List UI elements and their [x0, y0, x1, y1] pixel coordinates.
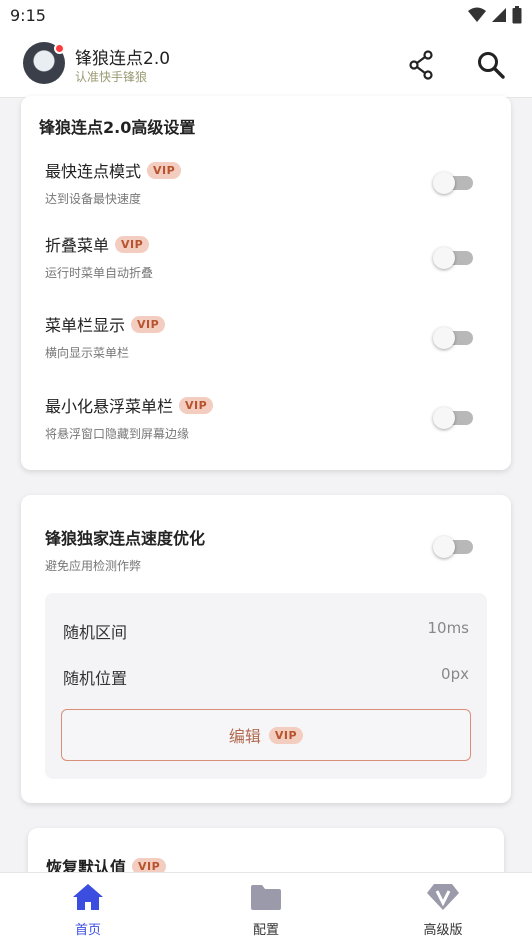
share-icon: [409, 50, 433, 80]
nav-pro-label: 高级版: [423, 923, 463, 938]
speed-desc: 避免应用检测作弊: [45, 559, 142, 573]
edit-label: 编辑: [228, 727, 261, 746]
setting-label: 折叠菜单: [45, 236, 110, 255]
setting-desc: 运行时菜单自动折叠: [45, 266, 154, 280]
advanced-settings-card: 锋狼连点2.0高级设置 最快连点模式 VIP 达到设备最快速度 折叠菜单 VIP 运…: [21, 96, 511, 470]
folder-icon: [251, 885, 281, 910]
status-time: 9:15: [10, 6, 46, 25]
setting-row-menu-bar: 菜单栏显示 VIP 横向显示菜单栏: [45, 312, 491, 361]
random-position-label: 随机位置: [63, 669, 128, 688]
wifi-icon: [468, 7, 486, 22]
search-icon: [478, 52, 505, 79]
toggle-menu-bar[interactable]: [433, 327, 473, 349]
status-icons: [468, 6, 522, 24]
app-bar: 锋狼连点2.0 认准快手锋狼: [0, 32, 532, 98]
nav-pro[interactable]: 高级版: [403, 883, 483, 938]
bottom-navigation: 首页 配置 高级版: [0, 872, 532, 946]
home-icon: [73, 884, 103, 910]
setting-label: 菜单栏显示: [45, 316, 126, 335]
status-bar: 9:15: [0, 0, 532, 32]
random-range-row: 随机区间 10ms: [63, 619, 469, 643]
signal-icon: [492, 8, 506, 22]
speed-title: 锋狼独家连点速度优化: [45, 529, 206, 548]
random-position-row: 随机位置 0px: [63, 665, 469, 689]
setting-row-fastest-mode: 最快连点模式 VIP 达到设备最快速度: [45, 158, 491, 207]
toggle-speed-optimization[interactable]: [433, 536, 473, 558]
random-position-value: 0px: [441, 665, 469, 683]
speed-optimization-card: 锋狼独家连点速度优化 避免应用检测作弊 随机区间 10ms 随机位置 0px 编…: [21, 495, 511, 803]
edit-button[interactable]: 编辑 VIP: [61, 709, 471, 761]
advanced-settings-title: 锋狼连点2.0高级设置: [39, 118, 196, 137]
diamond-icon: [427, 884, 459, 910]
setting-row-minimize-float: 最小化悬浮菜单栏 VIP 将悬浮窗口隐藏到屏幕边缘: [45, 393, 491, 442]
nav-config[interactable]: 配置: [226, 883, 306, 938]
app-title: 锋狼连点2.0: [75, 49, 171, 69]
toggle-fold-menu[interactable]: [433, 247, 473, 269]
search-button[interactable]: [474, 48, 508, 82]
setting-label: 最小化悬浮菜单栏: [45, 397, 174, 416]
app-subtitle: 认准快手锋狼: [75, 70, 148, 84]
toggle-fastest-mode[interactable]: [433, 172, 473, 194]
nav-home-label: 首页: [74, 923, 101, 938]
setting-desc: 横向显示菜单栏: [45, 346, 130, 360]
toggle-minimize-float[interactable]: [433, 407, 473, 429]
vip-badge: VIP: [147, 161, 182, 179]
battery-icon: [512, 6, 522, 24]
random-settings-panel: 随机区间 10ms 随机位置 0px 编辑 VIP: [45, 593, 487, 779]
setting-row-fold-menu: 折叠菜单 VIP 运行时菜单自动折叠: [45, 232, 491, 281]
vip-badge: VIP: [115, 235, 150, 253]
share-button[interactable]: [405, 48, 439, 82]
setting-label: 最快连点模式: [45, 162, 142, 181]
notification-dot: [54, 43, 65, 54]
nav-config-label: 配置: [252, 923, 279, 938]
setting-desc: 达到设备最快速度: [45, 192, 142, 206]
nav-home[interactable]: 首页: [48, 883, 128, 938]
random-range-label: 随机区间: [63, 623, 128, 642]
random-range-value: 10ms: [427, 619, 469, 637]
setting-desc: 将悬浮窗口隐藏到屏幕边缘: [45, 427, 190, 441]
vip-badge: VIP: [131, 315, 166, 333]
vip-badge: VIP: [179, 396, 214, 414]
vip-badge: VIP: [268, 726, 304, 744]
